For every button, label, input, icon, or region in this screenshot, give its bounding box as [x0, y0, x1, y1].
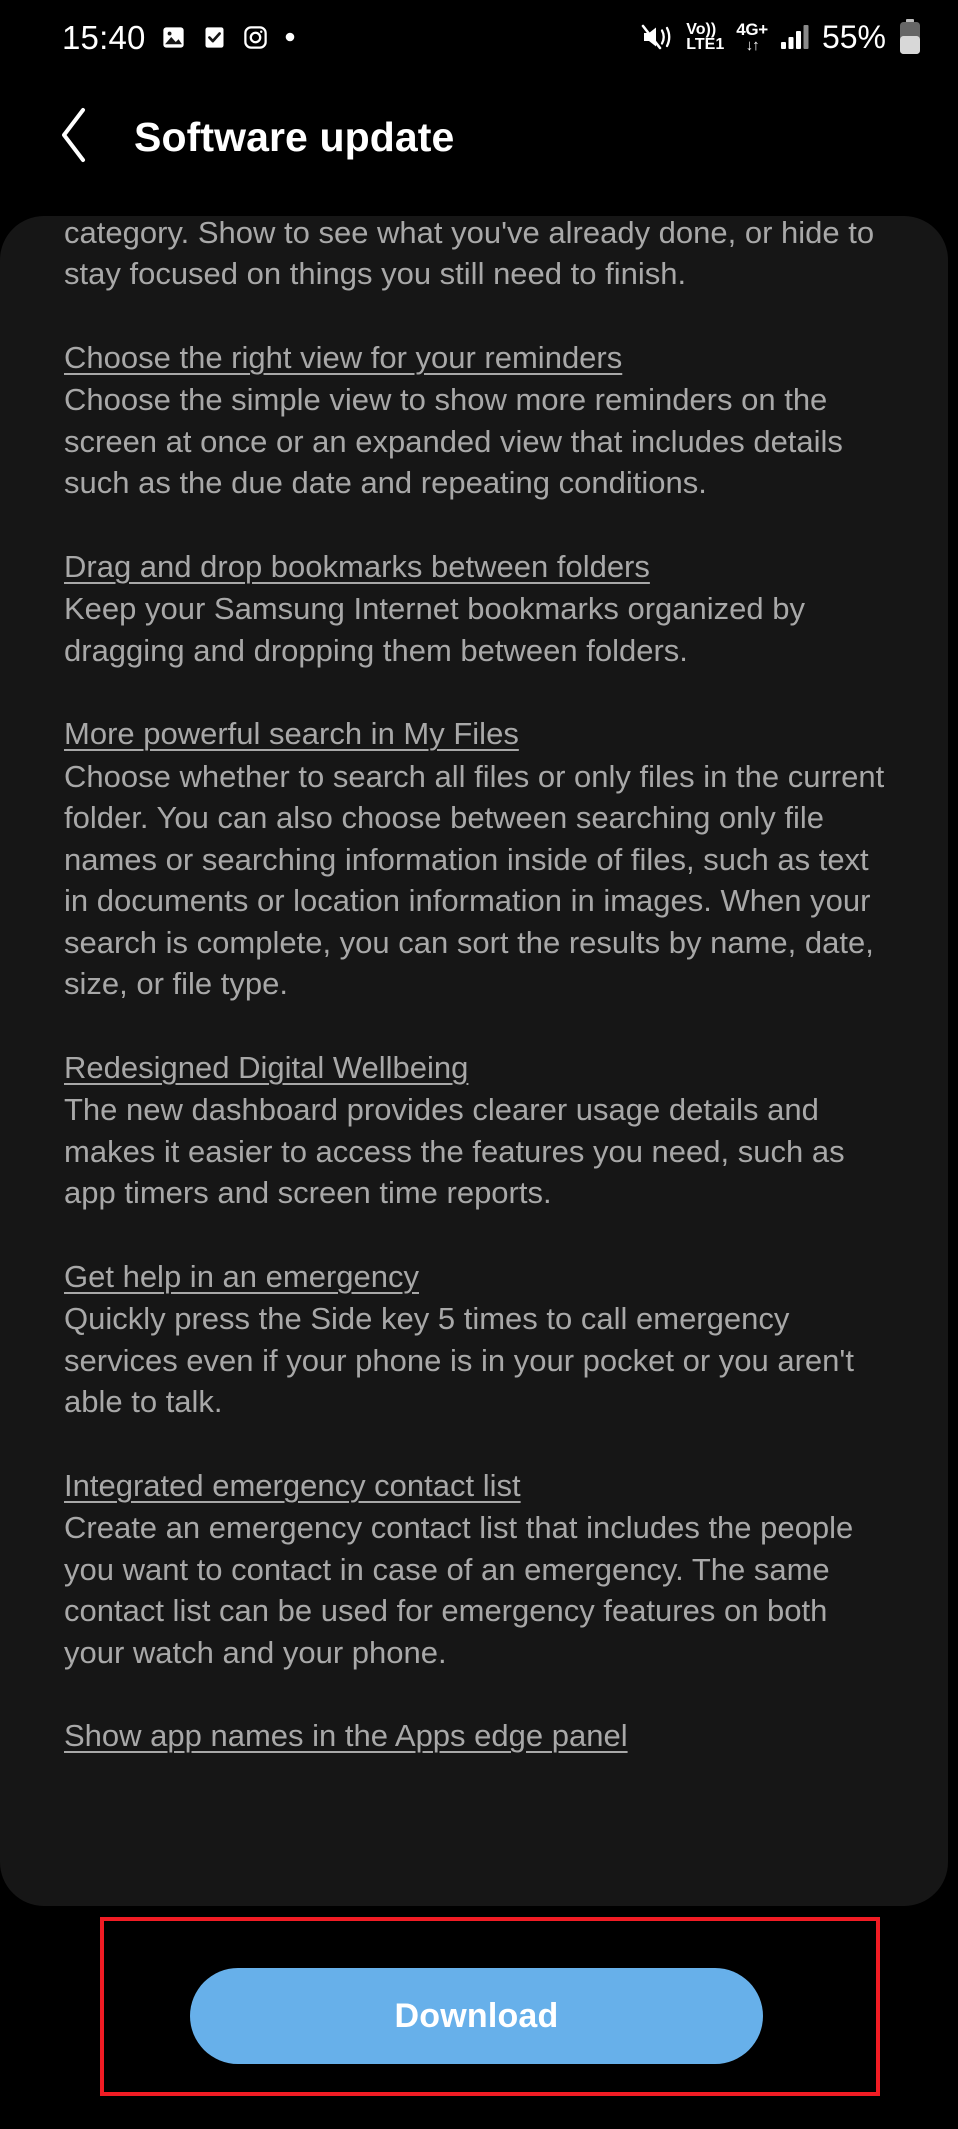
app-header: Software update: [0, 74, 958, 200]
release-notes-card[interactable]: You can show or hide the completed remin…: [0, 216, 948, 1906]
release-note-body: Choose whether to search all files or on…: [64, 758, 885, 1002]
release-note-heading: Drag and drop bookmarks between folders: [64, 548, 650, 584]
release-note-item: Integrated emergency contact list Create…: [64, 1465, 888, 1674]
status-bar: 15:40 Vo)) LTE1 4G+ ↓↑ 55%: [0, 0, 958, 74]
release-note-item: You can show or hide the completed remin…: [64, 216, 888, 295]
release-note-body: You can show or hide the completed remin…: [64, 216, 875, 291]
release-note-body: Quickly press the Side key 5 times to ca…: [64, 1301, 854, 1419]
notification-dot-icon: [283, 30, 297, 44]
task-complete-icon: [201, 24, 228, 51]
release-note-item: Drag and drop bookmarks between folders …: [64, 546, 888, 672]
release-note-body: Create an emergency contact list that in…: [64, 1510, 854, 1670]
release-note-heading: Show app names in the Apps edge panel: [64, 1718, 628, 1753]
volte-line-1: Vo)): [686, 20, 717, 38]
release-note-item: Redesigned Digital Wellbeing The new das…: [64, 1047, 888, 1214]
data-transfer-arrows-icon: ↓↑: [745, 37, 760, 54]
instagram-icon: [242, 24, 269, 51]
release-note-item: Choose the right view for your reminders…: [64, 337, 888, 504]
page-title: Software update: [134, 113, 455, 160]
release-notes-scroll[interactable]: You can show or hide the completed remin…: [0, 216, 948, 1758]
release-note-heading: Integrated emergency contact list: [64, 1467, 521, 1503]
battery-percent-label: 55%: [821, 18, 886, 55]
phone-screen: 15:40 Vo)) LTE1 4G+ ↓↑ 55% Software upda…: [0, 0, 958, 2129]
network-type-label: 4G+: [736, 20, 768, 39]
release-note-heading: Get help in an emergency: [64, 1258, 419, 1294]
battery-icon: [898, 19, 922, 55]
release-note-heading: Choose the right view for your reminders: [64, 339, 623, 375]
release-note-body: Keep your Samsung Internet bookmarks org…: [64, 591, 805, 668]
network-type-indicator: 4G+ ↓↑: [736, 21, 768, 53]
volte-line-2: LTE1: [686, 36, 725, 53]
volte-indicator: Vo)) LTE1: [686, 20, 725, 53]
status-bar-left: 15:40: [62, 21, 297, 54]
gallery-icon: [160, 24, 187, 51]
mute-icon: [640, 22, 674, 52]
release-note-item: Show app names in the Apps edge panel: [64, 1715, 888, 1757]
release-note-body: The new dashboard provides clearer usage…: [64, 1092, 845, 1210]
back-button[interactable]: [46, 107, 104, 168]
download-button[interactable]: Download: [190, 1968, 763, 2064]
signal-bars-icon: [780, 24, 810, 50]
back-chevron-icon: [58, 107, 92, 168]
release-note-heading: Redesigned Digital Wellbeing: [64, 1049, 469, 1085]
release-note-item: More powerful search in My Files Choose …: [64, 713, 888, 1005]
release-note-heading: More powerful search in My Files: [64, 716, 519, 751]
status-clock: 15:40: [62, 18, 146, 56]
status-bar-right: Vo)) LTE1 4G+ ↓↑ 55%: [640, 19, 922, 56]
release-note-item: Get help in an emergency Quickly press t…: [64, 1256, 888, 1423]
release-note-body: Choose the simple view to show more remi…: [64, 382, 843, 500]
